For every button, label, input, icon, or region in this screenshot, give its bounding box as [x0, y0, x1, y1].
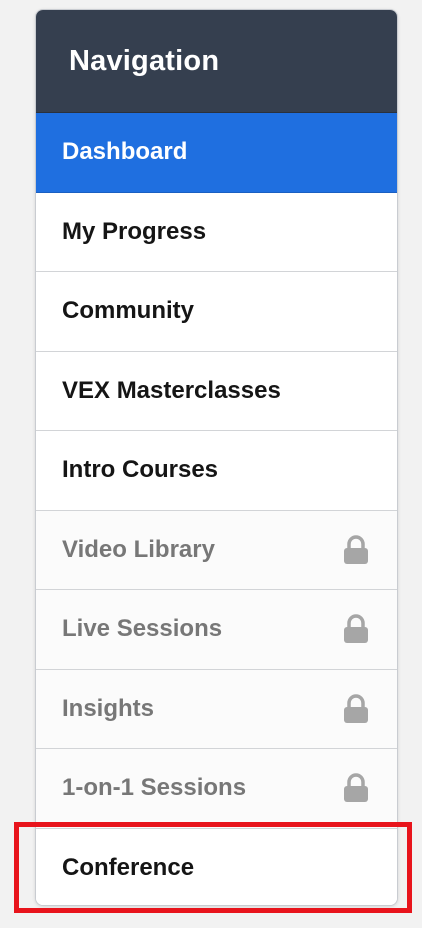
lock-icon [344, 694, 368, 723]
nav-item-label: 1-on-1 Sessions [62, 774, 247, 802]
nav-item-insights[interactable]: Insights [36, 669, 397, 749]
nav-item-conference[interactable]: Conference [36, 828, 397, 905]
nav-item-label: Conference [62, 854, 195, 882]
nav-item-live-sessions[interactable]: Live Sessions [36, 590, 397, 670]
nav-item-vex-masterclasses[interactable]: VEX Masterclasses [36, 351, 397, 431]
nav-item-label: Intro Courses [62, 456, 219, 484]
lock-icon [344, 614, 368, 644]
nav-item-label: Video Library [62, 535, 215, 563]
navigation-title: Navigation [69, 44, 220, 77]
nav-item-label: My Progress [62, 217, 207, 245]
lock-icon [344, 773, 368, 803]
nav-item-community[interactable]: Community [36, 272, 397, 352]
nav-item-video-library[interactable]: Video Library [36, 510, 397, 590]
nav-item-intro-courses[interactable]: Intro Courses [36, 431, 397, 511]
navigation-list: Dashboard My Progress Community VEX Mast… [36, 113, 397, 905]
nav-item-label: VEX Masterclasses [62, 376, 281, 404]
nav-item-label: Dashboard [62, 138, 188, 166]
navigation-panel: Navigation Dashboard My Progress Communi… [35, 9, 398, 906]
nav-item-label: Live Sessions [62, 615, 223, 643]
navigation-header: Navigation [36, 10, 397, 113]
nav-item-my-progress[interactable]: My Progress [36, 192, 397, 272]
nav-item-1-on-1-sessions[interactable]: 1-on-1 Sessions [36, 749, 397, 829]
lock-icon [344, 535, 368, 564]
nav-item-label: Community [62, 297, 194, 325]
nav-item-dashboard[interactable]: Dashboard [36, 113, 397, 193]
nav-item-label: Insights [62, 694, 155, 722]
